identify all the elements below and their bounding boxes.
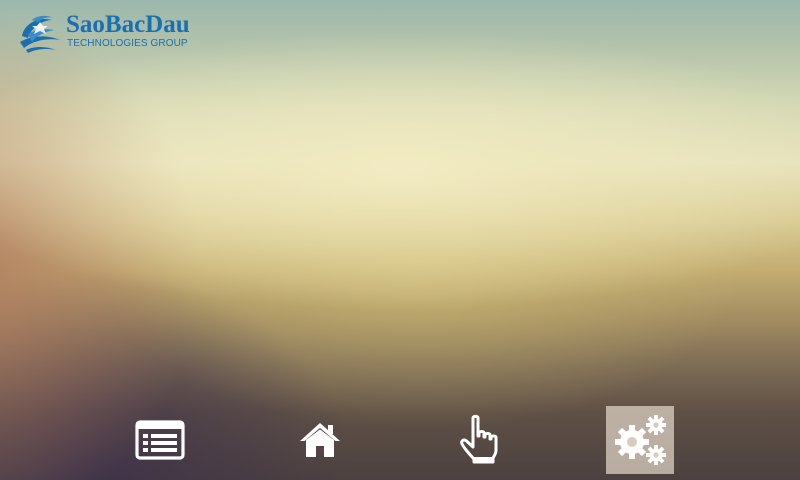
list-icon <box>135 420 185 460</box>
saobacdau-logo-mark <box>20 15 60 53</box>
gears-icon <box>615 415 666 465</box>
company-logo: SaoBacDau TECHNOLOGIES GROUP <box>14 10 214 54</box>
list-button[interactable] <box>126 406 194 474</box>
logo-subtitle: TECHNOLOGIES GROUP <box>67 38 188 49</box>
touch-button[interactable] <box>446 406 514 474</box>
pointing-hand-icon <box>460 414 498 464</box>
settings-button[interactable] <box>606 406 674 474</box>
main-screen: SaoBacDau TECHNOLOGIES GROUP <box>0 0 800 480</box>
home-icon <box>300 423 340 457</box>
logo-name: SaoBacDau <box>66 11 190 38</box>
home-button[interactable] <box>286 406 354 474</box>
